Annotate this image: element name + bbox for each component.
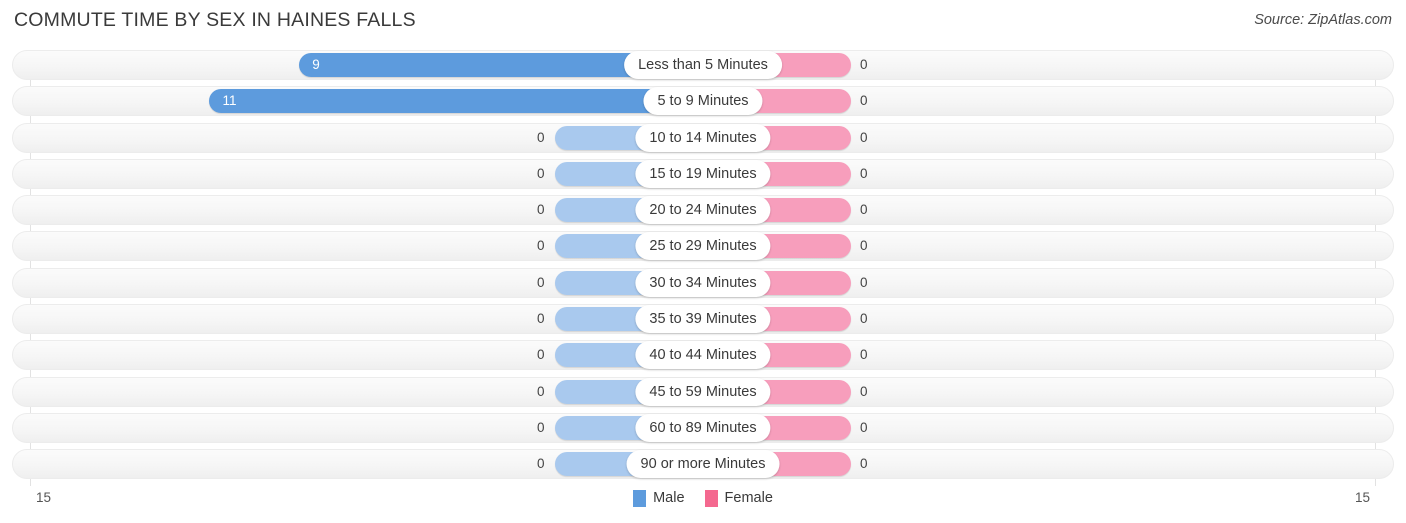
legend-item-female[interactable]: Female [704,489,773,507]
bar-row: 0 0 25 to 29 Minutes [0,231,1406,262]
category-label: 30 to 34 Minutes [635,268,771,297]
bar-value-male: 0 [537,238,545,254]
category-label: 90 or more Minutes [626,450,780,479]
category-label: 35 to 39 Minutes [635,305,771,334]
category-label: 40 to 44 Minutes [635,341,771,370]
bar-value-male: 0 [537,202,545,218]
bar-value-male: 0 [537,165,545,181]
bar-row: 0 0 20 to 24 Minutes [0,195,1406,226]
bar-value-female: 0 [860,419,868,435]
bar-value-male: 0 [537,383,545,399]
bar-row: 0 0 30 to 34 Minutes [0,267,1406,298]
bar-value-male: 11 [222,93,237,109]
bar-row: 0 0 15 to 19 Minutes [0,158,1406,189]
bar-value-female: 0 [860,274,868,290]
bar-row: 0 0 60 to 89 Minutes [0,412,1406,443]
bar-row: 0 0 10 to 14 Minutes [0,122,1406,153]
legend-label-female: Female [724,490,773,506]
bar-value-male: 0 [537,129,545,145]
legend-swatch-male-icon [633,489,647,507]
chart-title: COMMUTE TIME BY SEX IN HAINES FALLS [14,9,416,31]
bar-rows: 9 0 Less than 5 Minutes 11 0 5 to 9 Minutes 0 0… [0,50,1406,486]
bar-value-female: 0 [860,347,868,363]
legend: Male Female [0,486,1406,510]
bar-row: 11 0 5 to 9 Minutes [0,86,1406,117]
plot-area: 9 0 Less than 5 Minutes 11 0 5 to 9 Minutes 0 0… [0,50,1406,486]
bar-value-female: 0 [860,456,868,472]
bar-value-male: 0 [537,347,545,363]
category-label: 60 to 89 Minutes [635,413,771,442]
bar-male[interactable] [209,89,703,114]
bar-value-male: 0 [537,274,545,290]
bar-value-female: 0 [860,311,868,327]
bar-value-male: 0 [537,456,545,472]
bar-row: 0 0 90 or more Minutes [0,449,1406,480]
legend-label-male: Male [653,490,685,506]
bar-value-female: 0 [860,93,868,109]
chart-source: Source: ZipAtlas.com [1254,12,1392,28]
legend-swatch-female-icon [704,489,718,507]
bar-value-male: 9 [312,57,320,72]
bar-value-female: 0 [860,129,868,145]
category-label: 45 to 59 Minutes [635,377,771,406]
category-label: 5 to 9 Minutes [643,87,763,116]
chart-footer: 15 15 Male Female [0,486,1406,516]
category-label: 25 to 29 Minutes [635,232,771,261]
category-label: 20 to 24 Minutes [635,196,771,225]
bar-row: 9 0 Less than 5 Minutes [0,50,1406,80]
bar-row: 0 0 45 to 59 Minutes [0,376,1406,407]
bar-row: 0 0 35 to 39 Minutes [0,304,1406,335]
bar-value-male: 0 [537,419,545,435]
bar-value-female: 0 [860,383,868,399]
bar-value-female: 0 [860,238,868,254]
bar-value-female: 0 [860,202,868,218]
category-label: Less than 5 Minutes [624,51,782,79]
bar-value-female: 0 [860,165,868,181]
legend-item-male[interactable]: Male [633,489,685,507]
bar-row: 0 0 40 to 44 Minutes [0,340,1406,371]
category-label: 10 to 14 Minutes [635,123,771,152]
bar-value-female: 0 [860,57,868,72]
bar-value-male: 0 [537,311,545,327]
category-label: 15 to 19 Minutes [635,159,771,188]
